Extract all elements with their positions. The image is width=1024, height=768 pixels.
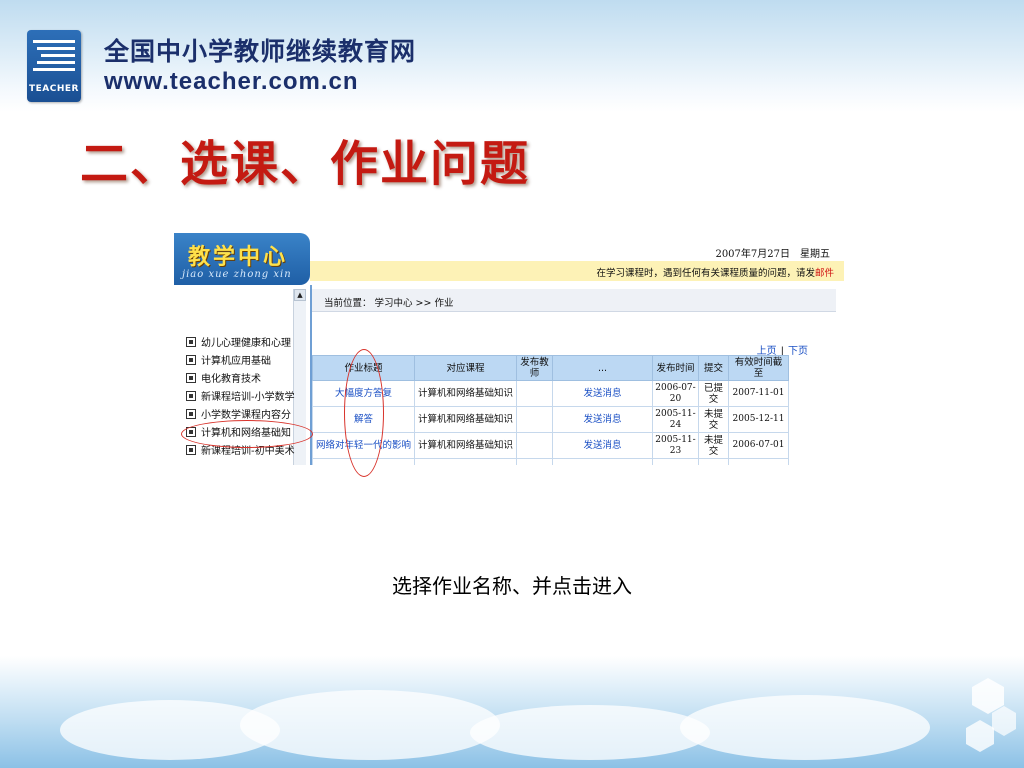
send-message-link[interactable]: 发送消息 bbox=[552, 406, 653, 433]
email-link[interactable]: 邮件 bbox=[815, 268, 834, 279]
brand-title: 教学中心 bbox=[188, 245, 289, 270]
course-sidebar: ▲ 幼儿心理健康和心理 计算机应用基础 电化教育技术新课程培训-小学数学 小学数学课程… bbox=[174, 285, 310, 465]
cloud-decoration bbox=[470, 705, 710, 760]
homework-title-link[interactable]: 大幅度方答复 bbox=[312, 380, 415, 407]
course-label: 幼儿心理健康和心理 bbox=[201, 338, 291, 349]
teaching-center-brand: 教学中心 jiao xue zhong xin bbox=[174, 233, 310, 285]
header-col-title: 作业标题 bbox=[312, 355, 415, 381]
course-item[interactable]: 电化教育技术 bbox=[186, 371, 296, 389]
cell-course: 计算机和网络基础知识 bbox=[414, 432, 517, 459]
cell-submitted: 已提交 bbox=[698, 380, 729, 407]
homework-title-link[interactable]: 网络对年轻一代的影响 bbox=[312, 432, 415, 459]
course-label: 计算机应用基础 bbox=[201, 356, 271, 367]
header-col-teacher: 发布教师 bbox=[516, 355, 553, 381]
table-header-row: 作业标题 对应课程 发布教师... 发布时间 提交 有效时间截至 bbox=[312, 355, 789, 381]
teacher-logo: TEACHER bbox=[27, 30, 81, 102]
table-row: 大幅度方答复 计算机和网络基础知识 发送消息 2006-07-20 已提交 2007-11… bbox=[312, 380, 789, 407]
course-item[interactable]: 小学数学课程内容分 bbox=[186, 407, 296, 425]
cell-deadline: 2005-12-11 bbox=[728, 406, 789, 433]
cell-course: 计算机和网络基础知识 bbox=[414, 406, 517, 433]
send-message-link[interactable]: 发送消息 bbox=[552, 432, 653, 459]
cell-course: 计算机和网络基础知识 bbox=[414, 380, 517, 407]
course-item[interactable]: 幼儿心理健康和心理 bbox=[186, 335, 296, 353]
homework-panel: 当前位置： 学习中心 >> 作业 上页 | 下页 作业标题 对应课程 发布教师... 发布… bbox=[310, 285, 844, 465]
header-col-course: 对应课程 bbox=[414, 355, 517, 381]
expand-box-icon[interactable] bbox=[186, 445, 196, 455]
course-item[interactable]: 计算机应用基础 bbox=[186, 353, 296, 371]
cell-submitted bbox=[698, 458, 729, 465]
expand-box-icon[interactable] bbox=[186, 373, 196, 383]
cell-deadline: 2006-07-01 bbox=[728, 432, 789, 459]
table-row: 计算机和网络基础知识 bbox=[312, 458, 789, 465]
cell-teacher bbox=[516, 458, 553, 465]
logo-text: TEACHER bbox=[29, 84, 79, 94]
embedded-screenshot: 教学中心 jiao xue zhong xin 2007年7月27日 星期五 在… bbox=[174, 233, 844, 465]
table-row: 解答 计算机和网络基础知识 发送消息 2005-11-24 未提交 2005-12-11 bbox=[312, 406, 789, 433]
homework-title-link[interactable]: 解答 bbox=[312, 406, 415, 433]
expand-box-icon[interactable] bbox=[186, 427, 196, 437]
cloud-decoration bbox=[680, 695, 930, 760]
breadcrumb-text: 当前位置： 学习中心 >> 作业 bbox=[324, 298, 454, 309]
course-item[interactable]: 计算机和网络基础知 bbox=[186, 425, 296, 443]
screenshot-header: 教学中心 jiao xue zhong xin 2007年7月27日 星期五 在… bbox=[174, 233, 844, 285]
send-message-link[interactable] bbox=[552, 458, 653, 465]
logo-stripes-icon bbox=[33, 40, 75, 71]
cell-teacher bbox=[516, 406, 553, 433]
cell-teacher bbox=[516, 432, 553, 459]
cell-published bbox=[652, 458, 699, 465]
expand-box-icon[interactable] bbox=[186, 337, 196, 347]
header-col-deadline: 有效时间截至 bbox=[728, 355, 789, 381]
table-body: 大幅度方答复 计算机和网络基础知识 发送消息 2006-07-20 已提交 2007-11… bbox=[312, 380, 789, 465]
next-page-link[interactable]: 下页 bbox=[788, 346, 808, 357]
expand-box-icon[interactable] bbox=[186, 355, 196, 365]
course-label: 计算机和网络基础知 bbox=[201, 428, 291, 439]
cell-teacher bbox=[516, 380, 553, 407]
notice-bar: 在学习课程时，遇到任何有关课程质量的问题，请发邮件 bbox=[310, 261, 844, 281]
header-col-more: ... bbox=[552, 355, 653, 381]
header-col-submitted: 提交 bbox=[698, 355, 729, 381]
cell-published: 2005-11-24 bbox=[652, 406, 699, 433]
send-message-link[interactable]: 发送消息 bbox=[552, 380, 653, 407]
cell-submitted: 未提交 bbox=[698, 406, 729, 433]
course-item[interactable]: 新课程培训-初中美术 bbox=[186, 443, 296, 461]
cell-submitted: 未提交 bbox=[698, 432, 729, 459]
hexagon-decoration-icon bbox=[966, 678, 1016, 752]
date-display: 2007年7月27日 星期五 bbox=[715, 249, 830, 260]
brand-pinyin: jiao xue zhong xin bbox=[182, 269, 292, 280]
homework-title-link[interactable] bbox=[312, 458, 415, 465]
cloud-decoration bbox=[240, 690, 500, 760]
notice-message: 在学习课程时，遇到任何有关课程质量的问题，请发 bbox=[596, 268, 815, 279]
expand-box-icon[interactable] bbox=[186, 409, 196, 419]
course-label: 新课程培训-小学数学 bbox=[201, 392, 295, 403]
site-name: 全国中小学教师继续教育网 bbox=[104, 37, 417, 66]
breadcrumb: 当前位置： 学习中心 >> 作业 bbox=[312, 289, 836, 312]
slide-title: 二、选课、作业问题 bbox=[80, 136, 531, 192]
site-url: www.teacher.com.cn bbox=[104, 68, 359, 95]
course-label: 小学数学课程内容分 bbox=[201, 410, 291, 421]
course-label: 电化教育技术 bbox=[201, 374, 261, 385]
course-item[interactable]: 新课程培训-小学数学 bbox=[186, 389, 296, 407]
slide-caption: 选择作业名称、并点击进入 bbox=[392, 574, 632, 598]
expand-box-icon[interactable] bbox=[186, 391, 196, 401]
cell-published: 2005-11-23 bbox=[652, 432, 699, 459]
cell-deadline: 2007-11-01 bbox=[728, 380, 789, 407]
table-row: 网络对年轻一代的影响 计算机和网络基础知识 发送消息 2005-11-23 未提交 200… bbox=[312, 432, 789, 459]
cell-course: 计算机和网络基础知识 bbox=[414, 458, 517, 465]
course-list: 幼儿心理健康和心理 计算机应用基础 电化教育技术新课程培训-小学数学 小学数学课程内容… bbox=[186, 335, 296, 461]
header-col-published: 发布时间 bbox=[652, 355, 699, 381]
homework-table: 作业标题 对应课程 发布教师... 发布时间 提交 有效时间截至 大幅度方答复 计算机和网络… bbox=[312, 355, 789, 465]
cell-published: 2006-07-20 bbox=[652, 380, 699, 407]
course-label: 新课程培训-初中美术 bbox=[201, 446, 295, 457]
scroll-up-arrow-icon[interactable]: ▲ bbox=[294, 289, 306, 301]
cell-deadline bbox=[728, 458, 789, 465]
notice-text: 在学习课程时，遇到任何有关课程质量的问题，请发邮件 bbox=[596, 265, 834, 279]
